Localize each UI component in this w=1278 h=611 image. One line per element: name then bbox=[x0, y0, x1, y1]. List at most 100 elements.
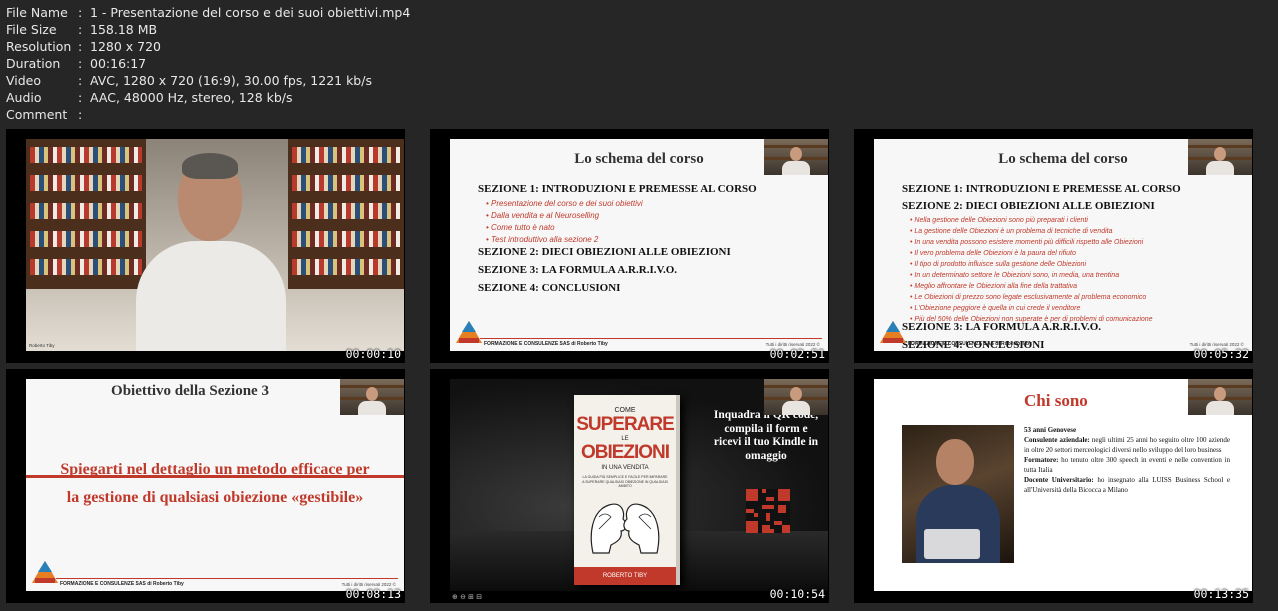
slide-footer: FORMAZIONE E CONSULENZE SAS di Roberto T… bbox=[484, 341, 608, 347]
presenter-body bbox=[136, 241, 286, 351]
footer-divider bbox=[480, 338, 822, 339]
player-controls-icon[interactable]: ⊕ ⊖ ⊞ ⊟ bbox=[452, 593, 482, 601]
file-info-row: Duration:00:16:17 bbox=[6, 55, 410, 72]
info-value: AVC, 1280 x 720 (16:9), 30.00 fps, 1221 … bbox=[90, 73, 372, 88]
video-frame: Roberto Tiby bbox=[26, 139, 404, 351]
file-info-row: Video: AVC, 1280 x 720 (16:9), 30.00 fps,… bbox=[6, 72, 410, 89]
info-sep: : bbox=[78, 5, 83, 20]
pyramid-logo-icon bbox=[880, 321, 906, 343]
file-info-row: File Size:158.18 MB bbox=[6, 21, 410, 38]
info-value: 1 - Presentazione del corso e dei suoi o… bbox=[90, 5, 411, 20]
slide-obiettivo: Obiettivo della Sezione 3 Spiegarti nel … bbox=[26, 379, 404, 591]
section-3: SEZIONE 3: LA FORMULA A.R.R.I.V.O. bbox=[902, 321, 1102, 333]
cover-title-2: OBIEZIONI bbox=[580, 442, 670, 463]
bio-age: 53 anni Genovese bbox=[1024, 426, 1077, 434]
pyramid-logo-icon bbox=[32, 561, 58, 583]
book-cover: COME SUPERARE LE OBIEZIONI IN UNA VENDIT… bbox=[574, 395, 680, 585]
objective-line-2: la gestione di qualsiasi obiezione «gest… bbox=[66, 489, 364, 506]
slide-footer: FORMAZIONE E CONSULENZE SAS di Roberto T… bbox=[60, 581, 184, 587]
bullet: Test introduttivo alla sezione 2 bbox=[486, 235, 598, 244]
cover-tagline: LA GUIDA PIÙ SEMPLICE E FACILE PER IMPAR… bbox=[582, 475, 668, 488]
slide-frame: Lo schema del corso SEZIONE 1: INTRODUZI… bbox=[450, 139, 828, 351]
info-key: Duration bbox=[6, 56, 61, 71]
slide-footer: FORMAZIONE E CONSULENZE SAS di Roberto T… bbox=[908, 341, 1032, 347]
slide-schema: Lo schema del corso SEZIONE 1: INTRODUZI… bbox=[450, 139, 828, 351]
bullet: Meglio affrontare le Obiezioni alla fine… bbox=[910, 283, 1077, 290]
thumbnail-2[interactable]: Lo schema del corso SEZIONE 1: INTRODUZI… bbox=[430, 129, 829, 363]
file-info: File Name:1 - Presentazione del corso e … bbox=[6, 4, 410, 123]
section-2: SEZIONE 2: DIECI OBIEZIONI ALLE OBIEZION… bbox=[902, 200, 1155, 212]
info-value: AAC, 48000 Hz, stereo, 128 kb/s bbox=[90, 90, 293, 105]
bookshelf-left bbox=[26, 139, 146, 289]
bio-paragraph-2: Formatore: ho tenuto oltre 300 speech in… bbox=[1024, 455, 1230, 475]
bullet: La gestione delle Obiezioni è un problem… bbox=[910, 228, 1112, 235]
bio: 53 anni Genovese Consulente aziendale: n… bbox=[1024, 425, 1230, 495]
info-sep: : bbox=[78, 73, 83, 88]
info-sep: : bbox=[78, 90, 83, 105]
info-key: File Name bbox=[6, 5, 68, 20]
thumbnail-6[interactable]: Chi sono 53 anni Genovese Consulente azi… bbox=[854, 369, 1253, 603]
bullet: Come tutto è nato bbox=[486, 223, 555, 232]
section-1: SEZIONE 1: INTRODUZIONI E PREMESSE AL CO… bbox=[902, 183, 1181, 195]
bullet: In un determinato settore le Obiezioni s… bbox=[910, 272, 1119, 279]
slide-frame: Obiettivo della Sezione 3 Spiegarti nel … bbox=[26, 379, 404, 591]
bullet: Il vero problema delle Obiezioni è la pa… bbox=[910, 250, 1075, 257]
section-1: SEZIONE 1: INTRODUZIONI E PREMESSE AL CO… bbox=[478, 183, 757, 195]
laptop bbox=[924, 529, 980, 559]
presenter-name-tag: Roberto Tiby bbox=[29, 343, 55, 348]
photo-head bbox=[936, 439, 974, 485]
promo-text: Inquadra il QR code, compila il form e r… bbox=[713, 409, 819, 462]
pyramid-logo-icon bbox=[456, 321, 482, 343]
qr-code-icon[interactable] bbox=[746, 489, 790, 533]
slide-book: COME SUPERARE LE OBIEZIONI IN UNA VENDIT… bbox=[450, 379, 828, 591]
info-value: 1280 x 720 bbox=[90, 39, 162, 54]
cover-subtitle: IN UNA VENDITA bbox=[601, 465, 649, 471]
thumbnail-4[interactable]: Obiettivo della Sezione 3 Spiegarti nel … bbox=[6, 369, 405, 603]
timestamp: 00:10:54 bbox=[769, 587, 825, 601]
bookshelf-right bbox=[288, 139, 404, 289]
section-2: SEZIONE 2: DIECI OBIEZIONI ALLE OBIEZION… bbox=[478, 246, 731, 258]
slide-schema-expanded: Lo schema del corso SEZIONE 1: INTRODUZI… bbox=[874, 139, 1252, 351]
thumbnail-3[interactable]: Lo schema del corso SEZIONE 1: INTRODUZI… bbox=[854, 129, 1253, 363]
bullet: Le Obiezioni di prezzo sono legate esclu… bbox=[910, 294, 1146, 301]
bio-label: Docente Universitario: bbox=[1024, 476, 1094, 484]
info-value: 00:16:17 bbox=[90, 56, 147, 71]
slide-chi-sono: Chi sono 53 anni Genovese Consulente azi… bbox=[874, 379, 1252, 591]
timestamp: 00:08:13 bbox=[345, 587, 401, 601]
bio-paragraph-3: Docente Universitario: ho insegnato alla… bbox=[1024, 475, 1230, 495]
section-3: SEZIONE 3: LA FORMULA A.R.R.I.V.O. bbox=[478, 264, 678, 276]
bullet: In una vendita possono esistere momenti … bbox=[910, 239, 1143, 246]
footer-divider bbox=[56, 578, 398, 579]
profile-photo bbox=[902, 425, 1014, 563]
slide-frame: Chi sono 53 anni Genovese Consulente azi… bbox=[874, 379, 1252, 591]
info-sep: : bbox=[78, 107, 83, 122]
thumbnail-5[interactable]: COME SUPERARE LE OBIEZIONI IN UNA VENDIT… bbox=[430, 369, 829, 603]
timestamp: 00:05:32 bbox=[1193, 347, 1249, 361]
file-info-row: Resolution:1280 x 720 bbox=[6, 38, 410, 55]
slide-title: Chi sono bbox=[1024, 391, 1088, 410]
file-info-row: Comment: bbox=[6, 106, 410, 123]
info-sep: : bbox=[78, 22, 83, 37]
info-key: Comment bbox=[6, 107, 68, 122]
cover-top: COME bbox=[614, 407, 636, 414]
slide-frame: COME SUPERARE LE OBIEZIONI IN UNA VENDIT… bbox=[450, 379, 828, 591]
presenter-pip bbox=[764, 379, 828, 415]
info-sep: : bbox=[78, 39, 83, 54]
bullet: Nella gestione delle Obiezioni sono più … bbox=[910, 217, 1088, 224]
cover-author: ROBERTO TIBY bbox=[574, 567, 676, 585]
presenter-pip bbox=[1188, 139, 1252, 175]
cover-title-1: SUPERARE bbox=[576, 414, 675, 435]
info-value: 158.18 MB bbox=[90, 22, 158, 37]
file-info-row: File Name:1 - Presentazione del corso e … bbox=[6, 4, 410, 21]
thumbnail-1[interactable]: Roberto Tiby 00:00:10 bbox=[6, 129, 405, 363]
info-key: File Size bbox=[6, 22, 57, 37]
presenter-hair bbox=[182, 153, 238, 179]
timestamp: 00:13:35 bbox=[1193, 587, 1249, 601]
slide-frame: Lo schema del corso SEZIONE 1: INTRODUZI… bbox=[874, 139, 1252, 351]
timestamp: 00:02:51 bbox=[769, 347, 825, 361]
bullet: Il tipo di prodotto influisce sulla gest… bbox=[910, 261, 1086, 268]
bullet: L'Obiezione peggiore è quella in cui cre… bbox=[910, 305, 1080, 312]
bio-paragraph-1: Consulente aziendale: negli ultimi 25 an… bbox=[1024, 435, 1230, 455]
info-key: Resolution bbox=[6, 39, 72, 54]
two-heads-illustration-icon bbox=[590, 503, 660, 554]
